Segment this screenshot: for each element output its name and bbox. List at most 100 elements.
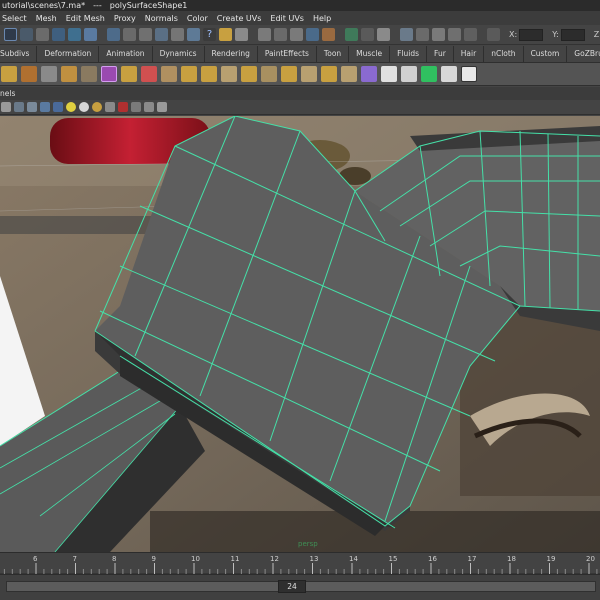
panel-toolbar xyxy=(0,100,600,115)
shaded-wire-icon[interactable] xyxy=(40,102,50,112)
select-handle-icon[interactable] xyxy=(107,28,120,41)
snap-point-icon[interactable] xyxy=(290,28,303,41)
menu-proxy[interactable]: Proxy xyxy=(114,14,136,23)
tab-dynamics[interactable]: Dynamics xyxy=(152,46,205,62)
coord-y: Y: xyxy=(552,28,585,41)
coord-x-field[interactable] xyxy=(519,28,544,41)
uv-layout-icon[interactable] xyxy=(421,66,437,82)
shadow-icon[interactable] xyxy=(79,102,89,112)
checker-icon[interactable] xyxy=(381,66,397,82)
menu-edit-mesh[interactable]: Edit Mesh xyxy=(66,14,105,23)
insert-edge-loop-icon[interactable] xyxy=(201,66,217,82)
bookmark-icon[interactable] xyxy=(131,102,141,112)
textured-icon[interactable] xyxy=(53,102,63,112)
isolate-icon[interactable] xyxy=(118,102,128,112)
uv-checker-icon[interactable] xyxy=(401,66,417,82)
open-scene-icon[interactable] xyxy=(20,28,33,41)
cone-icon[interactable] xyxy=(361,66,377,82)
smooth-icon[interactable] xyxy=(81,66,97,82)
new-scene-icon[interactable] xyxy=(4,28,17,41)
separate-icon[interactable] xyxy=(61,66,77,82)
select-hierarchy-icon[interactable] xyxy=(52,28,65,41)
hypershade-icon[interactable] xyxy=(448,28,461,41)
status-line: ? X: Y: Z: xyxy=(0,25,600,45)
snap-curve-icon[interactable] xyxy=(274,28,287,41)
range-end-field[interactable]: 24 xyxy=(278,580,306,593)
magnet-icon[interactable] xyxy=(322,28,335,41)
snap-grid-icon[interactable] xyxy=(258,28,271,41)
poke-icon[interactable] xyxy=(321,66,337,82)
select-deformation-icon[interactable] xyxy=(171,28,184,41)
bridge-icon[interactable] xyxy=(141,66,157,82)
select-component-icon[interactable] xyxy=(84,28,97,41)
select-joint-icon[interactable] xyxy=(123,28,136,41)
display-settings-icon[interactable] xyxy=(144,102,154,112)
menu-select[interactable]: Select xyxy=(2,14,27,23)
select-surface-icon[interactable] xyxy=(155,28,168,41)
duplicate-face-icon[interactable] xyxy=(341,66,357,82)
question-icon[interactable]: ? xyxy=(203,28,216,41)
tab-animation[interactable]: Animation xyxy=(99,46,153,62)
menu-panels[interactable]: nels xyxy=(0,89,15,98)
snap-view-icon[interactable] xyxy=(306,28,319,41)
save-scene-icon[interactable] xyxy=(36,28,49,41)
poly-cube-icon[interactable] xyxy=(1,66,17,82)
uv-editor-icon[interactable] xyxy=(461,66,477,82)
tab-custom[interactable]: Custom xyxy=(523,46,568,62)
merge-icon[interactable] xyxy=(241,66,257,82)
share-icon[interactable] xyxy=(157,102,167,112)
xray-icon[interactable] xyxy=(105,102,115,112)
tab-fluids[interactable]: Fluids xyxy=(390,46,428,62)
menu-edit-uvs[interactable]: Edit UVs xyxy=(270,14,304,23)
extrude-icon[interactable] xyxy=(121,66,137,82)
menu-create-uvs[interactable]: Create UVs xyxy=(217,14,262,23)
append-icon[interactable] xyxy=(161,66,177,82)
tab-muscle[interactable]: Muscle xyxy=(349,46,391,62)
tab-toon[interactable]: Toon xyxy=(316,46,350,62)
ambient-occlusion-icon[interactable] xyxy=(92,102,102,112)
selected-shape-name: polySurfaceShape1 xyxy=(109,1,188,10)
ipr-render-icon[interactable] xyxy=(416,28,429,41)
uv-unfold-icon[interactable] xyxy=(441,66,457,82)
tab-gozbrush[interactable]: GoZBrush xyxy=(567,46,600,62)
time-slider-tick-label: 6 xyxy=(33,555,38,563)
tab-painteffects[interactable]: PaintEffects xyxy=(257,46,317,62)
time-slider[interactable]: 6 7 8 9 10 11 12 13 14 15 16 17 18 19 20 xyxy=(0,552,600,575)
offset-edge-icon[interactable] xyxy=(221,66,237,82)
coord-y-field[interactable] xyxy=(560,28,585,41)
tab-ncloth[interactable]: nCloth xyxy=(484,46,524,62)
cube-proxy-icon[interactable] xyxy=(101,66,117,82)
perspective-viewport[interactable]: persp xyxy=(0,116,600,552)
menu-color[interactable]: Color xyxy=(187,14,208,23)
tab-fur[interactable]: Fur xyxy=(427,46,454,62)
bevel-icon[interactable] xyxy=(281,66,297,82)
poly-sphere-icon[interactable] xyxy=(21,66,37,82)
split-icon[interactable] xyxy=(181,66,197,82)
wedge-icon[interactable] xyxy=(301,66,317,82)
select-object-icon[interactable] xyxy=(68,28,81,41)
render-frame-icon[interactable] xyxy=(400,28,413,41)
input-ops-icon[interactable] xyxy=(361,28,374,41)
select-curve-icon[interactable] xyxy=(139,28,152,41)
combine-icon[interactable] xyxy=(41,66,57,82)
tab-deformation[interactable]: Deformation xyxy=(37,46,100,62)
transform-mode-icon[interactable] xyxy=(487,28,500,41)
render-view-icon[interactable] xyxy=(464,28,477,41)
history-icon[interactable] xyxy=(345,28,358,41)
menu-help[interactable]: Help xyxy=(313,14,331,23)
grid-icon[interactable] xyxy=(1,102,11,112)
tab-subdivs[interactable]: Subdivs xyxy=(0,46,38,62)
smooth-shade-icon[interactable] xyxy=(27,102,37,112)
select-misc-icon[interactable] xyxy=(187,28,200,41)
menu-mesh[interactable]: Mesh xyxy=(36,14,57,23)
light-icon[interactable] xyxy=(66,102,76,112)
menu-normals[interactable]: Normals xyxy=(145,14,178,23)
tab-rendering[interactable]: Rendering xyxy=(204,46,258,62)
lock-icon[interactable] xyxy=(219,28,232,41)
delete-edge-icon[interactable] xyxy=(261,66,277,82)
output-ops-icon[interactable] xyxy=(377,28,390,41)
render-settings-icon[interactable] xyxy=(432,28,445,41)
wireframe-icon[interactable] xyxy=(14,102,24,112)
highlight-icon[interactable] xyxy=(235,28,248,41)
tab-hair[interactable]: Hair xyxy=(453,46,485,62)
